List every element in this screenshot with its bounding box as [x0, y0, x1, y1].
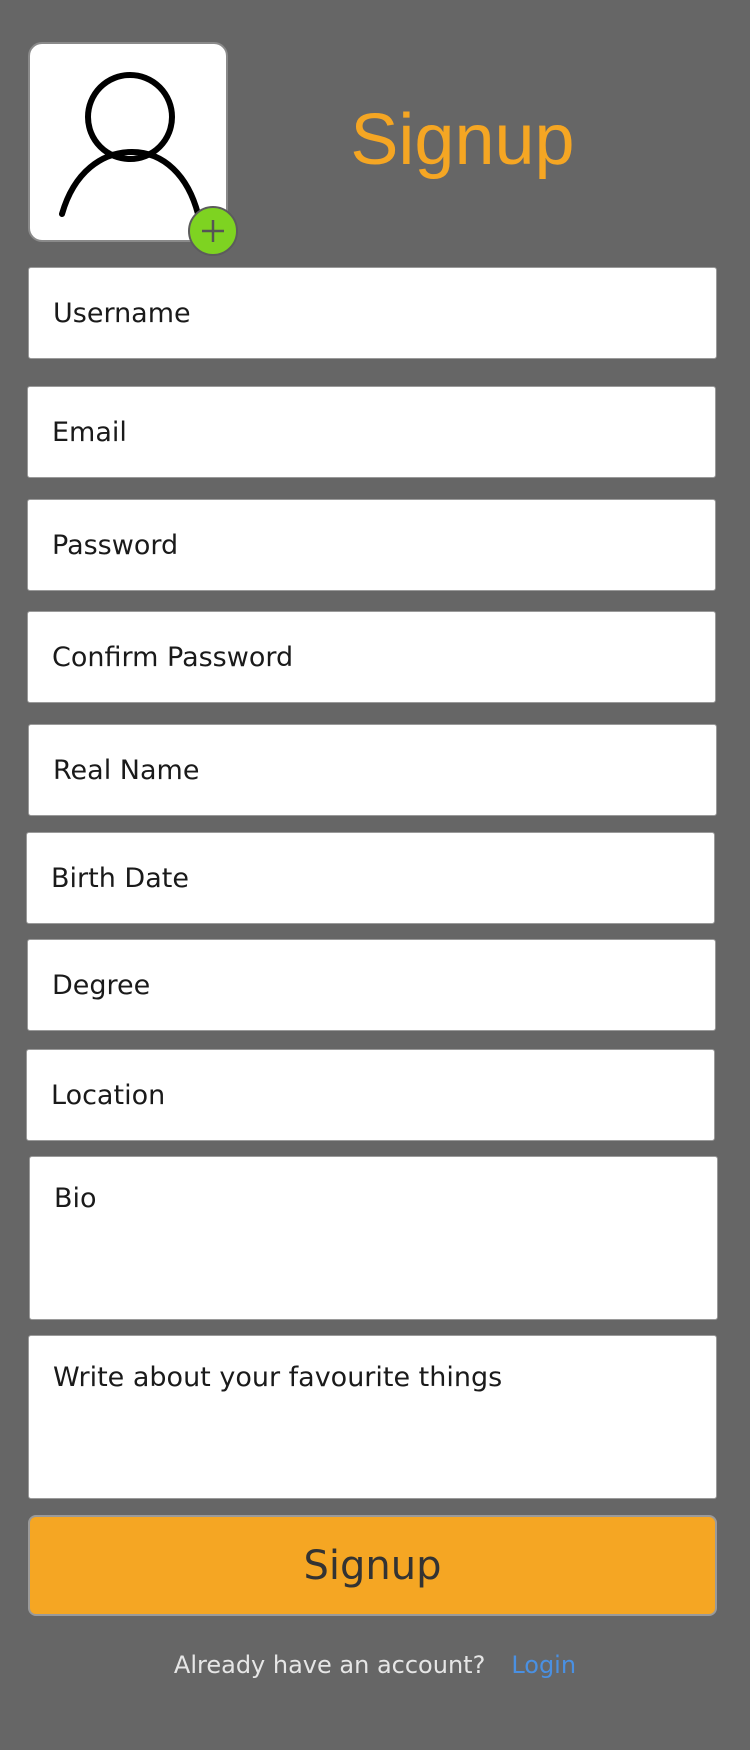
confirm-password-field[interactable] [27, 611, 716, 703]
bio-field[interactable] [29, 1156, 718, 1320]
birth-date-field[interactable] [26, 832, 715, 924]
location-field[interactable] [26, 1049, 715, 1141]
real-name-field[interactable] [28, 724, 717, 816]
plus-icon [202, 220, 224, 242]
add-photo-button[interactable] [188, 206, 238, 256]
page-title: Signup [350, 100, 575, 180]
favourites-field[interactable] [28, 1335, 717, 1499]
login-prompt: Already have an account? Login [0, 1645, 750, 1685]
login-link[interactable]: Login [511, 1651, 576, 1679]
login-question: Already have an account? [173, 1651, 486, 1679]
signup-button[interactable]: Signup [28, 1515, 717, 1616]
username-field[interactable] [28, 267, 717, 359]
password-field[interactable] [27, 499, 716, 591]
degree-field[interactable] [27, 939, 716, 1031]
email-field[interactable] [27, 386, 716, 478]
